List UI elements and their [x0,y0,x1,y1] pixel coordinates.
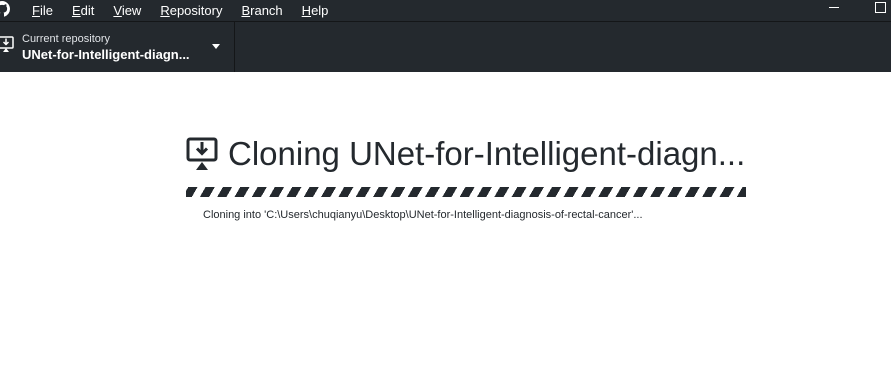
maximize-icon [874,2,886,13]
title-bar: File Edit View Repository Branch Help [0,0,891,21]
minimize-icon [829,7,839,8]
progress-bar [186,187,746,197]
menu-help[interactable]: Help [302,3,329,18]
clone-icon [186,137,218,170]
menu-edit[interactable]: Edit [72,3,94,18]
menu-file[interactable]: File [32,3,53,18]
clone-icon [0,36,14,52]
menu-repository[interactable]: Repository [160,3,222,18]
github-icon[interactable] [0,1,10,17]
repo-caption: Current repository [22,33,111,45]
toolbar: Current repository UNet-for-Intelligent-… [0,21,891,72]
menu-bar: File Edit View Repository Branch Help [32,0,347,21]
menu-view[interactable]: View [113,3,141,18]
clone-heading: Cloning UNet-for-Intelligent-diagn... [186,134,745,174]
minimize-button[interactable] [820,0,848,21]
maximize-button[interactable] [866,0,891,21]
clone-status-text: Cloning into 'C:\Users\chuqianyu\Desktop… [203,209,643,221]
menu-branch[interactable]: Branch [241,3,282,18]
chevron-down-icon [212,44,220,49]
repo-name: UNet-for-Intelligent-diagn... [22,47,190,62]
page-title: Cloning UNet-for-Intelligent-diagn... [228,135,746,172]
current-repository-selector[interactable]: Current repository UNet-for-Intelligent-… [0,22,235,72]
